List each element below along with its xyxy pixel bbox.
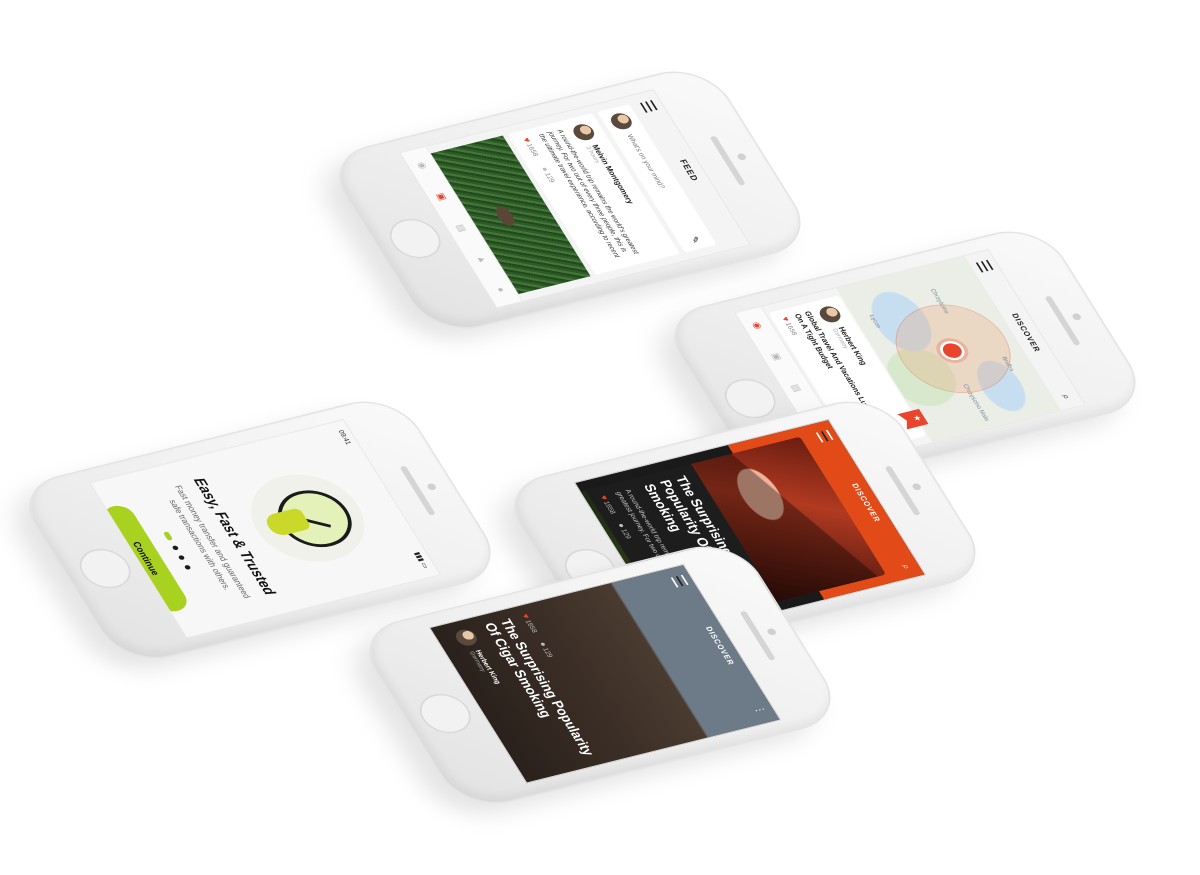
author-avatar[interactable] (816, 304, 845, 325)
discover-icon[interactable]: ◉ (750, 321, 765, 330)
home-icon[interactable]: ◉ (415, 161, 430, 170)
avatar (607, 111, 636, 132)
home-button[interactable] (70, 544, 140, 593)
article-likes: 1658 (523, 619, 539, 634)
search-icon[interactable]: ⌕ (898, 563, 914, 571)
article-comments: 129 (540, 647, 555, 659)
mockup-stage: FEED ✎ Melvin Montgomery 3 hours (0, 0, 1200, 875)
post-author-avatar[interactable] (569, 122, 598, 143)
discover-title: DISCOVER (850, 482, 883, 523)
home-button[interactable] (410, 689, 480, 738)
profile-icon[interactable]: ● (494, 286, 507, 293)
page-dot[interactable] (177, 554, 186, 561)
article-likes: 1658 (601, 500, 618, 515)
post-likes: 1658 (524, 142, 540, 158)
speaker-slot (709, 135, 746, 186)
hamburger-menu-icon[interactable] (670, 574, 689, 588)
hamburger-menu-icon[interactable] (815, 429, 834, 443)
page-dot[interactable] (183, 564, 192, 571)
share-icon[interactable]: ⋮ (752, 704, 769, 715)
hamburger-menu-icon[interactable] (639, 100, 658, 113)
search-icon[interactable]: ⌕ (1058, 393, 1074, 401)
home-button[interactable] (715, 374, 785, 423)
edit-icon[interactable]: ✎ (688, 235, 703, 244)
map-label: Łęcze (867, 314, 882, 329)
battery-icon: ▮▮▮ ▭ (413, 551, 431, 569)
notifications-icon[interactable]: ▲ (474, 255, 489, 265)
feed-icon[interactable]: ▣ (769, 352, 784, 362)
camera-dot (735, 152, 748, 161)
page-dot[interactable] (171, 545, 180, 551)
hamburger-menu-icon[interactable] (975, 259, 994, 273)
gallery-icon[interactable]: ▤ (789, 383, 804, 393)
home-button[interactable] (380, 214, 450, 263)
status-time: 09:41 (337, 429, 354, 446)
page-dot[interactable] (162, 531, 174, 541)
post-comments: 129 (542, 172, 557, 184)
feed-title: FEED (677, 158, 701, 183)
feed-icon[interactable]: ▣ (434, 192, 449, 202)
article-comments: 129 (619, 528, 633, 540)
gallery-icon[interactable]: ▤ (454, 223, 469, 233)
